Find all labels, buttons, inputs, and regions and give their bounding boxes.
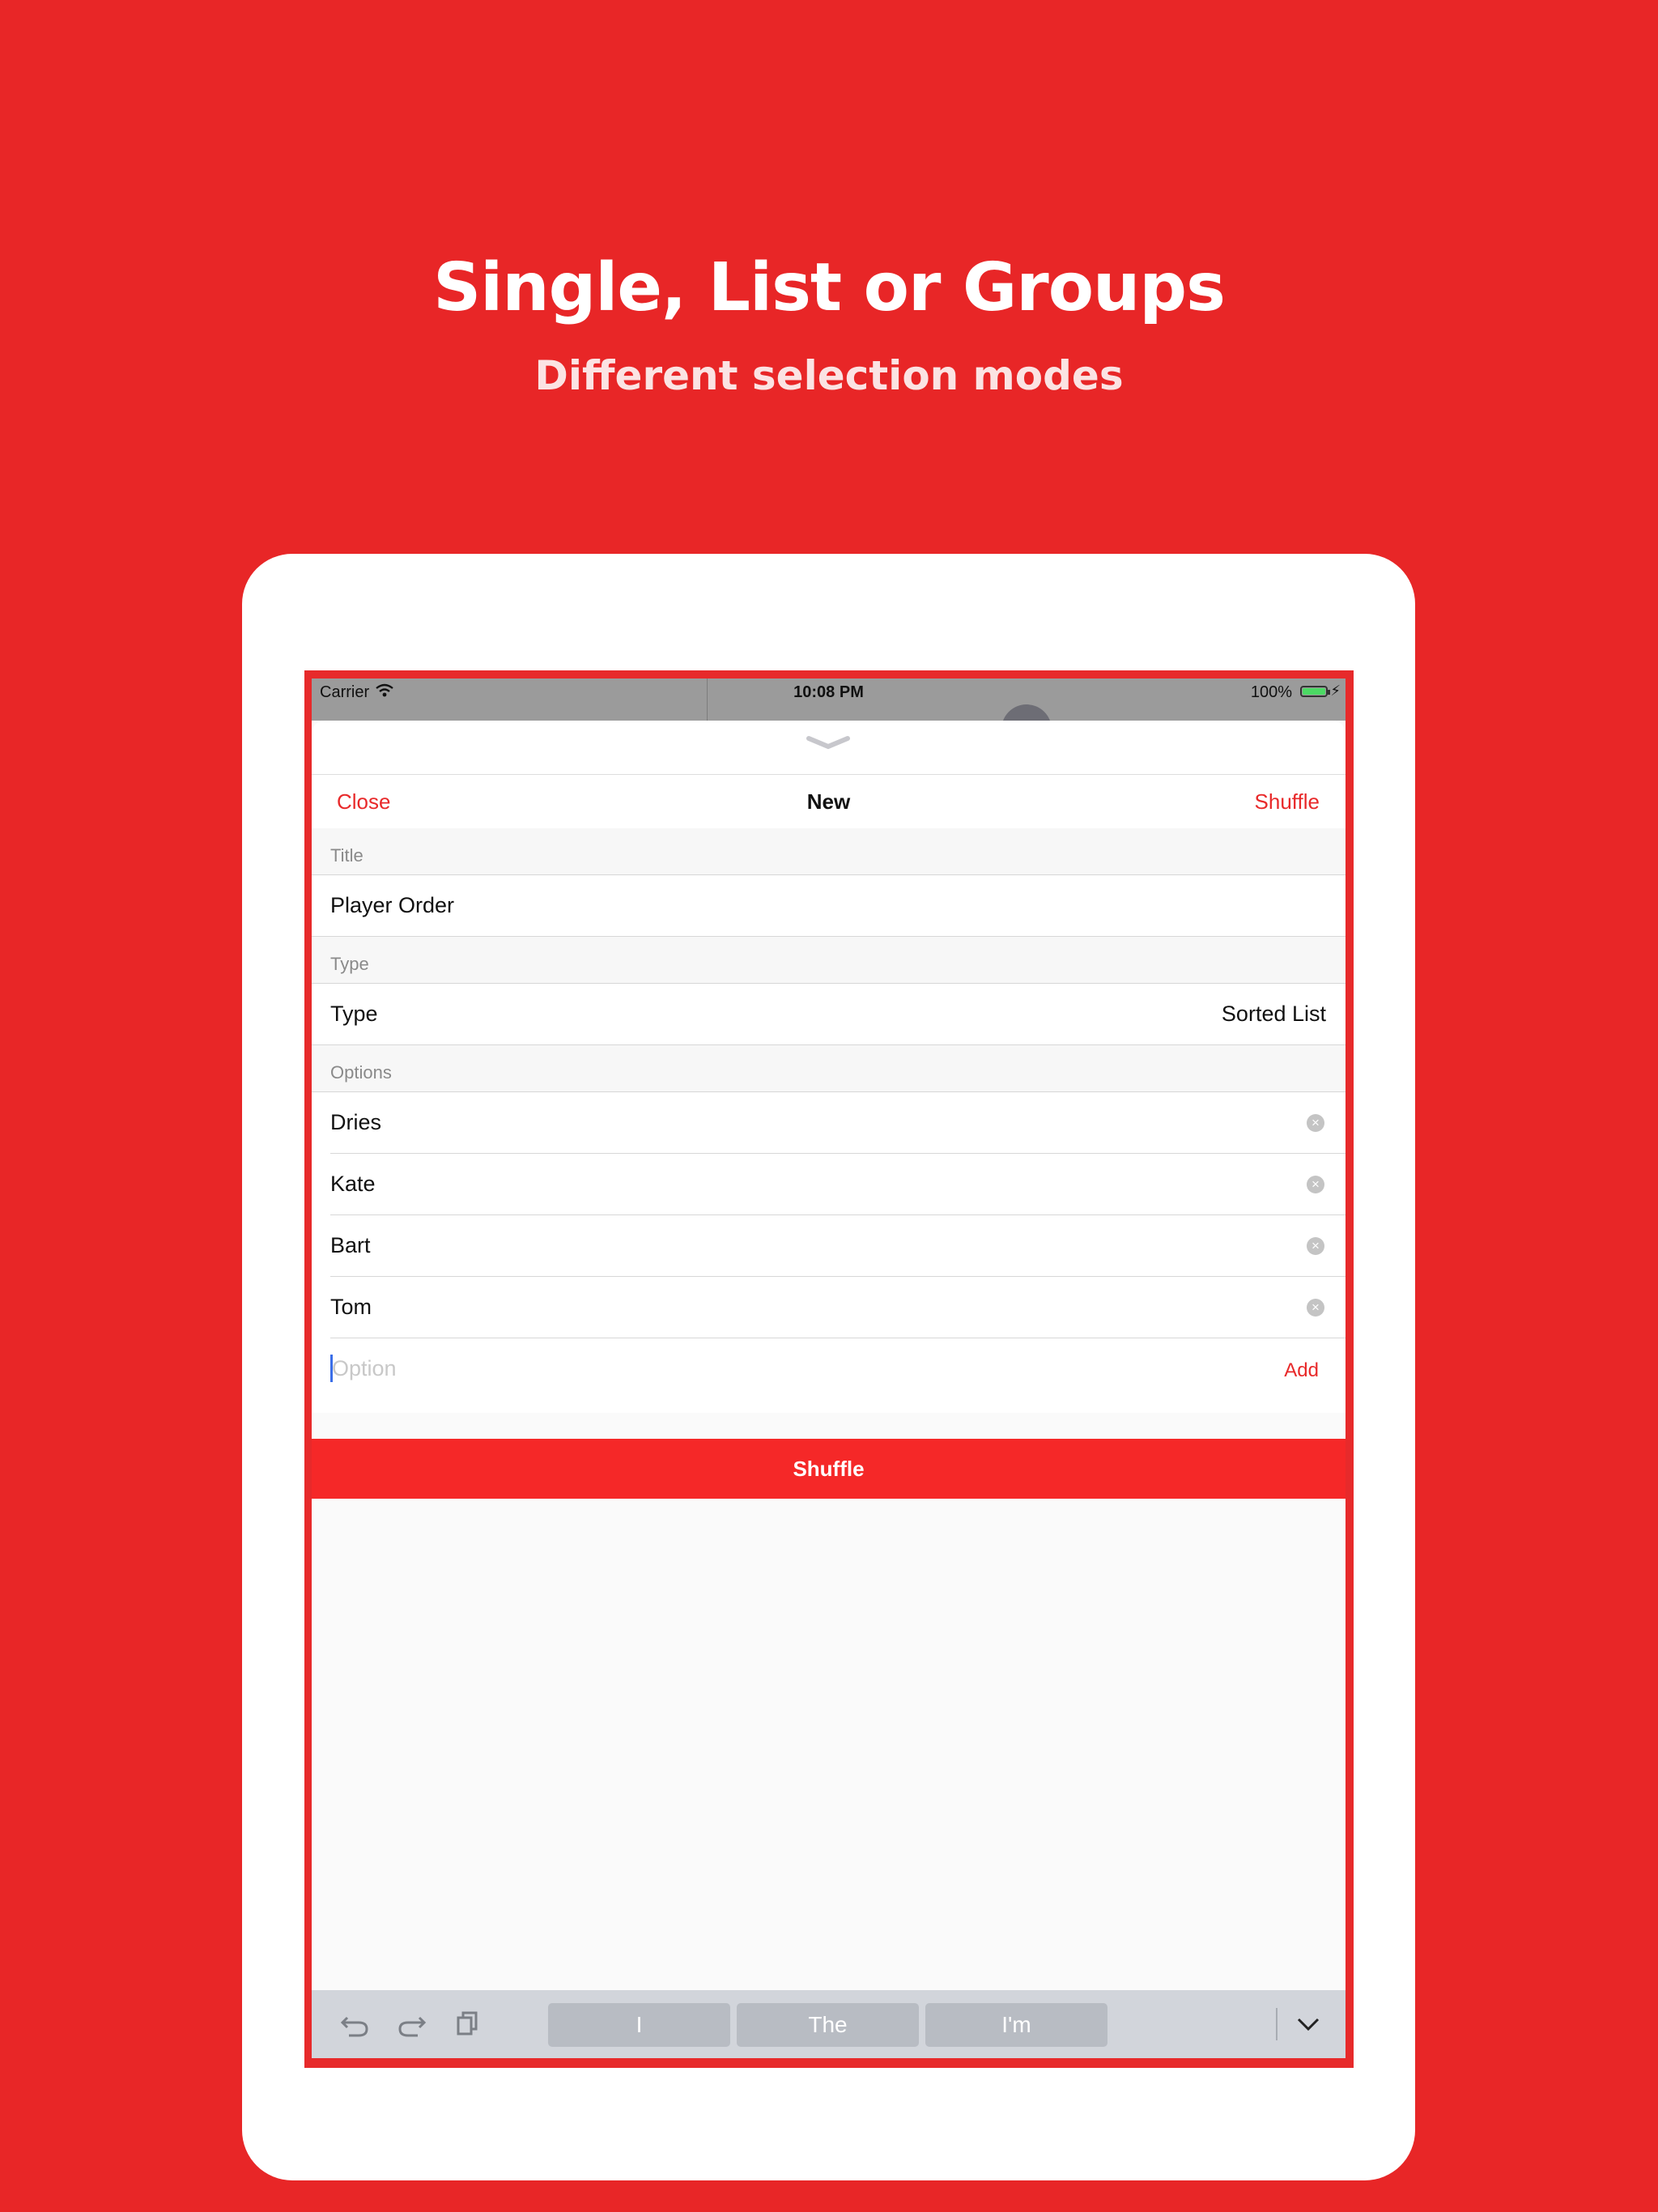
status-bar: Carrier 10:08 PM 100% ⚡ [312,678,1346,755]
clear-icon[interactable]: × [1307,1176,1324,1193]
type-selector-row[interactable]: Type Sorted List [312,984,1346,1045]
chevron-down-icon[interactable] [806,734,851,753]
option-text[interactable]: Bart [330,1233,371,1258]
section-header-title: Title [312,828,1346,875]
clear-icon[interactable]: × [1307,1299,1324,1317]
section-header-options: Options [312,1045,1346,1092]
suggestion-button[interactable]: I [548,2003,730,2047]
option-text[interactable]: Dries [330,1110,381,1135]
title-field[interactable]: Player Order [312,875,1346,937]
modal-sheet: Close New Shuffle Title Player Order Typ… [312,721,1346,2058]
nav-title: New [806,789,851,814]
clear-icon[interactable]: × [1307,1237,1324,1255]
clear-icon[interactable]: × [1307,1114,1324,1132]
sheet-grabber[interactable] [312,721,1346,775]
option-text[interactable]: Kate [330,1172,376,1197]
paste-icon[interactable] [452,2010,484,2039]
app-screen: Carrier 10:08 PM 100% ⚡ Close New Shuffl… [312,678,1346,2058]
type-label: Type [330,1002,378,1026]
option-row[interactable]: Kate × [312,1154,1346,1215]
option-input[interactable]: Option [332,1356,397,1381]
redo-icon[interactable] [395,2010,427,2039]
shuffle-nav-button[interactable]: Shuffle [1255,789,1320,815]
option-row[interactable]: Tom × [312,1277,1346,1338]
promo-headline: Single, List or Groups [433,249,1226,326]
option-text[interactable]: Tom [330,1295,372,1320]
type-value[interactable]: Sorted List [1222,1002,1326,1027]
battery-icon [1300,686,1330,697]
new-option-row[interactable]: Option Add [312,1338,1346,1413]
undo-icon[interactable] [339,2010,372,2039]
option-row[interactable]: Bart × [312,1215,1346,1277]
add-option-button[interactable]: Add [1284,1359,1319,1382]
option-row[interactable]: Dries × [312,1092,1346,1154]
dismiss-keyboard-icon[interactable] [1294,2013,1323,2035]
suggestion-button[interactable]: I'm [925,2003,1107,2047]
keyboard-shortcut-bar: I The I'm [312,1990,1346,2058]
toolbar-divider [1276,2008,1278,2040]
section-header-type: Type [312,937,1346,984]
shuffle-button[interactable]: Shuffle [312,1439,1346,1499]
navigation-bar: Close New Shuffle [312,775,1346,828]
title-input-value[interactable]: Player Order [330,893,454,918]
charging-bolt-icon: ⚡ [1330,683,1341,699]
status-time: 10:08 PM [793,683,864,701]
promo-subheadline: Different selection modes [534,352,1124,399]
battery-percentage: 100% [1250,683,1292,701]
suggestion-button[interactable]: The [737,2003,919,2047]
